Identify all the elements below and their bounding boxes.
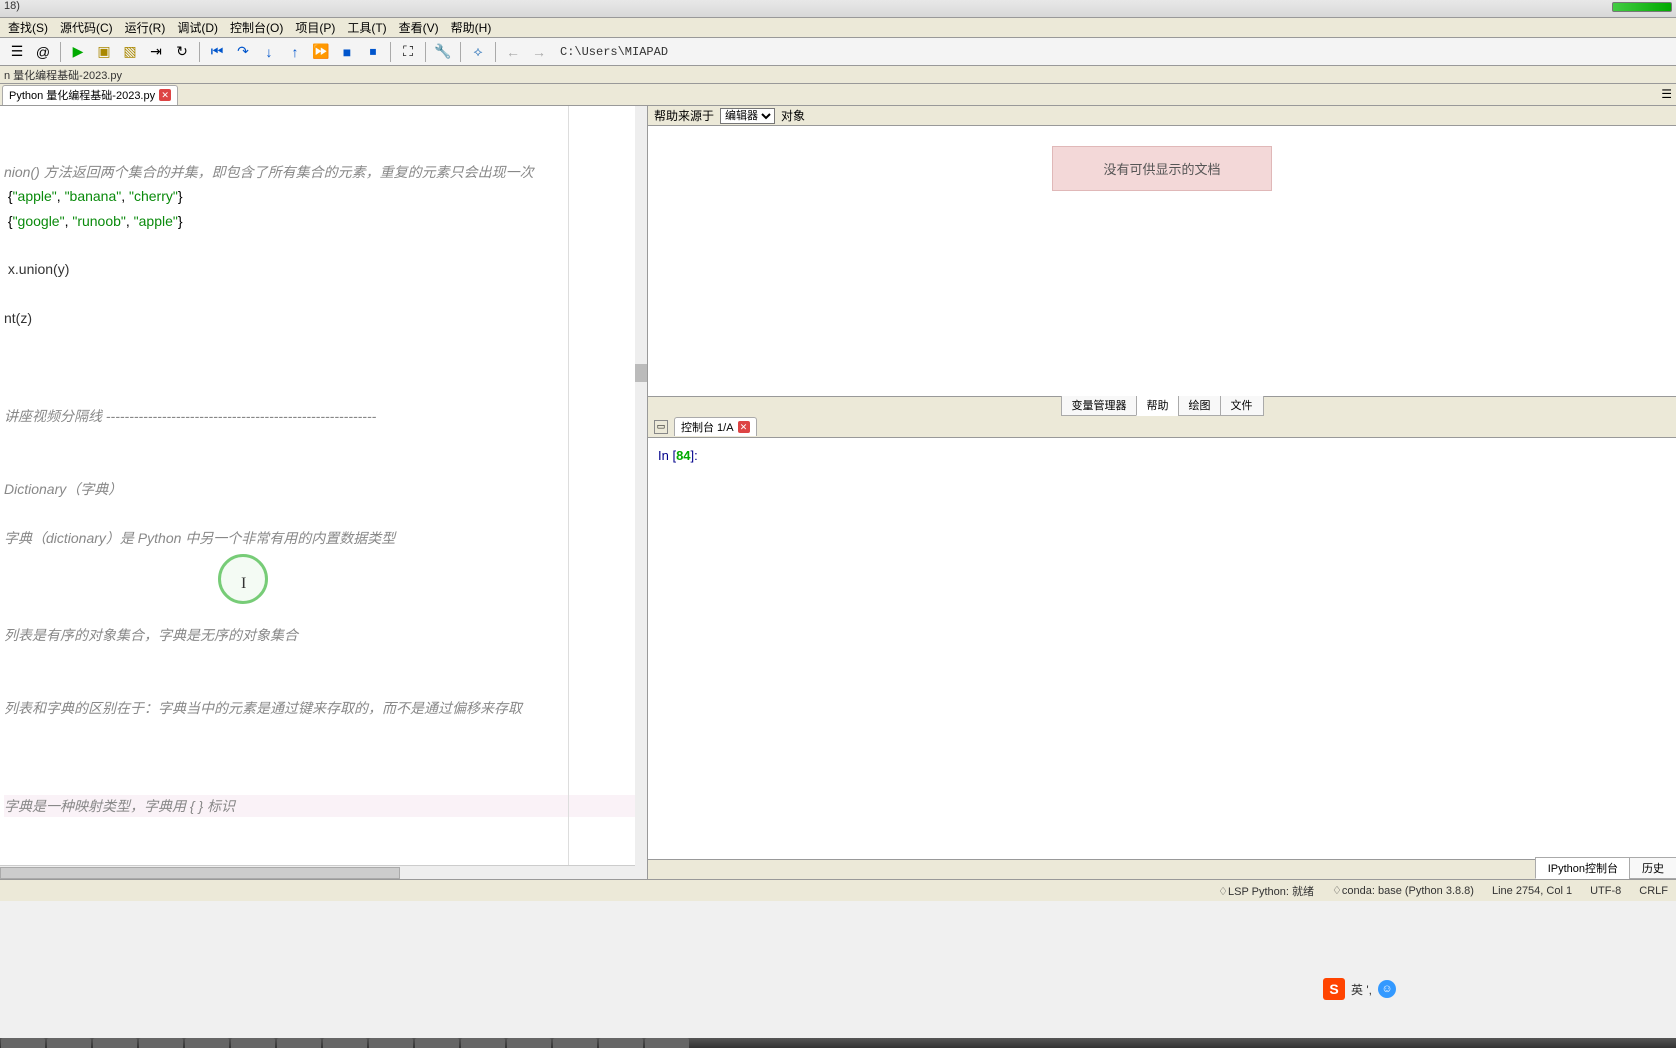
window-title: 18) (4, 0, 20, 12)
help-source-select[interactable]: 编辑器 (720, 108, 775, 124)
settings-icon[interactable]: 🔧 (432, 41, 454, 63)
python-icon[interactable]: ⟡ (467, 41, 489, 63)
code-editor[interactable]: nion() 方法返回两个集合的并集，即包含了所有集合的元素，重复的元素只会出现… (0, 106, 647, 879)
maximize-icon[interactable]: ⛶ (397, 41, 419, 63)
titlebar-indicator (1612, 2, 1672, 12)
debug-start-icon[interactable]: ⏮ (206, 41, 228, 63)
editor-minimap[interactable] (635, 106, 647, 879)
status-line-col[interactable]: Line 2754, Col 1 (1492, 885, 1572, 897)
help-object-label: 对象 (781, 107, 805, 124)
console-prompt-num: 84 (676, 448, 690, 463)
minimap-thumb[interactable] (635, 364, 647, 382)
back-icon[interactable]: ← (502, 41, 524, 63)
help-no-doc-message: 没有可供显示的文档 (1052, 146, 1271, 191)
menu-project[interactable]: 项目(P) (291, 18, 339, 37)
main-toolbar: ☰ @ ▶ ▣ ▧ ⇥ ↻ ⏮ ↷ ↓ ↑ ⏩ ■ ⏹ ⛶ 🔧 ⟡ ← → C:… (0, 38, 1676, 66)
menu-console[interactable]: 控制台(O) (226, 18, 287, 37)
menu-debug[interactable]: 调试(D) (173, 18, 222, 37)
ime-mode-text: 英 ', (1351, 981, 1372, 998)
cursor-highlight-circle (218, 554, 268, 604)
stop-icon[interactable]: ■ (336, 41, 358, 63)
ime-face-icon[interactable]: ☺ (1378, 980, 1396, 998)
editor-hscrollbar[interactable] (0, 865, 635, 879)
menu-search[interactable]: 查找(S) (4, 18, 52, 37)
right-dock: 帮助来源于 编辑器 对象 没有可供显示的文档 变量管理器 帮助 绘图 文件 ▭ … (648, 106, 1676, 879)
editor-ruler (568, 106, 569, 879)
tab-plots[interactable]: 绘图 (1178, 394, 1222, 416)
help-source-label: 帮助来源于 (654, 107, 714, 124)
help-body: 没有可供显示的文档 (648, 126, 1676, 396)
run-selection-icon[interactable]: ⇥ (145, 41, 167, 63)
menu-help[interactable]: 帮助(H) (447, 18, 496, 37)
forward-icon[interactable]: → (528, 41, 550, 63)
close-icon[interactable]: ✕ (738, 421, 750, 433)
close-icon[interactable]: ✕ (159, 89, 171, 101)
step-over-icon[interactable]: ↷ (232, 41, 254, 63)
ipython-console[interactable]: In [84]: (648, 438, 1676, 859)
help-tabs: 变量管理器 帮助 绘图 文件 (648, 396, 1676, 416)
tab-variable-explorer[interactable]: 变量管理器 (1061, 394, 1138, 416)
status-conda[interactable]: ♢conda: base (Python 3.8.8) (1332, 884, 1474, 897)
editor-tabbar: Python 量化编程基础-2023.py ✕ ☰ (0, 84, 1676, 106)
console-tabbar: ▭ 控制台 1/A ✕ (648, 416, 1676, 438)
tab-ipython-console[interactable]: IPython控制台 (1535, 857, 1631, 879)
console-prompt-in: In [ (658, 448, 676, 463)
hscroll-thumb[interactable] (0, 867, 400, 879)
menu-run[interactable]: 运行(R) (121, 18, 170, 37)
main-menubar: 查找(S) 源代码(C) 运行(R) 调试(D) 控制台(O) 项目(P) 工具… (0, 18, 1676, 38)
run-cell-advance-icon[interactable]: ▧ (119, 41, 141, 63)
status-encoding[interactable]: UTF-8 (1590, 885, 1621, 897)
windows-taskbar[interactable] (0, 1038, 1676, 1048)
ime-indicator[interactable]: S 英 ', ☺ (1323, 978, 1396, 1000)
working-dir-path[interactable]: C:\Users\MIAPAD (560, 45, 668, 59)
editor-tab-label: Python 量化编程基础-2023.py (9, 87, 155, 103)
rerun-icon[interactable]: ↻ (171, 41, 193, 63)
tab-files[interactable]: 文件 (1220, 394, 1264, 416)
step-out-icon[interactable]: ↑ (284, 41, 306, 63)
editor-tab-active[interactable]: Python 量化编程基础-2023.py ✕ (2, 85, 178, 105)
editor-path-bar: n 量化编程基础-2023.py (0, 66, 1676, 84)
outline-icon[interactable]: ☰ (6, 41, 28, 63)
debug-end-icon[interactable]: ⏹ (362, 41, 384, 63)
code-editor-pane: nion() 方法返回两个集合的并集，即包含了所有集合的元素，重复的元素只会出现… (0, 106, 648, 879)
help-header: 帮助来源于 编辑器 对象 (648, 106, 1676, 126)
console-bottom-tabs: IPython控制台 历史 (648, 859, 1676, 879)
statusbar: ♢LSP Python: 就绪 ♢conda: base (Python 3.8… (0, 879, 1676, 901)
console-prompt-end: ]: (691, 448, 698, 463)
continue-icon[interactable]: ⏩ (310, 41, 332, 63)
menu-tools[interactable]: 工具(T) (343, 18, 390, 37)
status-eol[interactable]: CRLF (1639, 885, 1668, 897)
tab-options-icon[interactable]: ☰ (1661, 87, 1672, 101)
editor-file-path: n 量化编程基础-2023.py (4, 67, 122, 83)
console-tab-active[interactable]: 控制台 1/A ✕ (674, 417, 757, 436)
console-window-icon[interactable]: ▭ (654, 420, 668, 434)
status-lsp[interactable]: ♢LSP Python: 就绪 (1218, 883, 1314, 899)
window-titlebar: 18) (0, 0, 1676, 18)
menu-view[interactable]: 查看(V) (395, 18, 443, 37)
tab-help[interactable]: 帮助 (1136, 394, 1180, 416)
menu-source[interactable]: 源代码(C) (56, 18, 117, 37)
tab-history[interactable]: 历史 (1629, 857, 1676, 879)
step-into-icon[interactable]: ↓ (258, 41, 280, 63)
at-icon[interactable]: @ (32, 41, 54, 63)
run-icon[interactable]: ▶ (67, 41, 89, 63)
console-tab-label: 控制台 1/A (681, 419, 734, 435)
sogou-logo-icon[interactable]: S (1323, 978, 1345, 1000)
run-cell-icon[interactable]: ▣ (93, 41, 115, 63)
